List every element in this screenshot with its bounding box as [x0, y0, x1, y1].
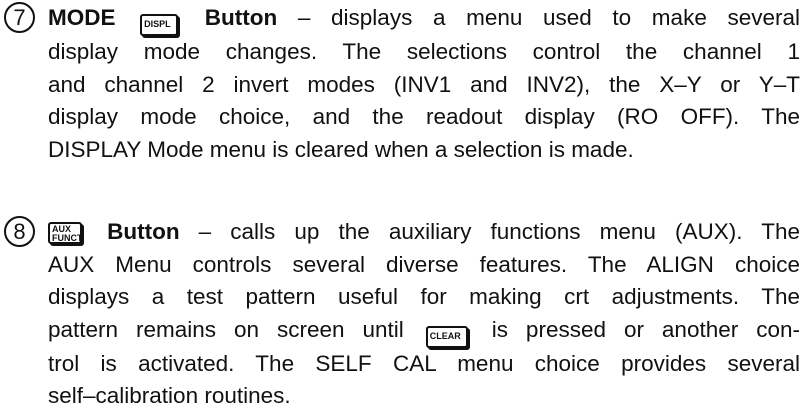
- line-text: pattern remains on screen until: [48, 316, 404, 342]
- description-line: AUX Menu controls several diverse featur…: [48, 251, 800, 277]
- manual-page: 7 MODE DISPL Button – displays a menu us…: [0, 0, 801, 420]
- description-line: MODE DISPL Button – displays a menu used…: [48, 2, 800, 36]
- description-line: self–calibration routines.: [48, 383, 291, 408]
- description-line: and channel 2 invert modes (INV1 and INV…: [48, 71, 800, 97]
- button-word: Button: [107, 219, 180, 244]
- description-line: pattern remains on screen until CLEAR is…: [48, 314, 800, 348]
- aux-funct-key-icon: AUX FUNCT: [48, 221, 83, 244]
- description-line: trol is activated. The SELF CAL menu cho…: [48, 350, 800, 376]
- description-line: display mode changes. The selections con…: [48, 39, 800, 64]
- item-number-badge: 8: [4, 216, 35, 247]
- description-line: displays a test pattern useful for makin…: [48, 284, 800, 309]
- line-text: is pressed or another con-: [491, 316, 800, 342]
- item-description: AUX FUNCT Button – calls up the auxiliary…: [48, 216, 800, 413]
- description-line: display mode choice, and the readout dis…: [48, 104, 800, 129]
- item-description: MODE DISPL Button – displays a menu used…: [48, 2, 800, 166]
- item-number-badge: 7: [4, 2, 35, 33]
- description-line: DISPLAY Mode menu is cleared when a sele…: [48, 136, 634, 162]
- description-line: AUX FUNCT Button – calls up the auxiliary…: [48, 216, 800, 249]
- line-text: displays a menu used to make several: [331, 5, 800, 30]
- mode-label: MODE: [48, 5, 116, 30]
- dash: –: [179, 219, 231, 244]
- line-text: calls up the auxiliary functions menu (A…: [230, 219, 800, 244]
- button-word: Button: [204, 5, 278, 30]
- clear-key-icon: CLEAR: [425, 325, 468, 348]
- dash: –: [277, 5, 332, 30]
- displ-key-icon: DISPL: [140, 14, 179, 36]
